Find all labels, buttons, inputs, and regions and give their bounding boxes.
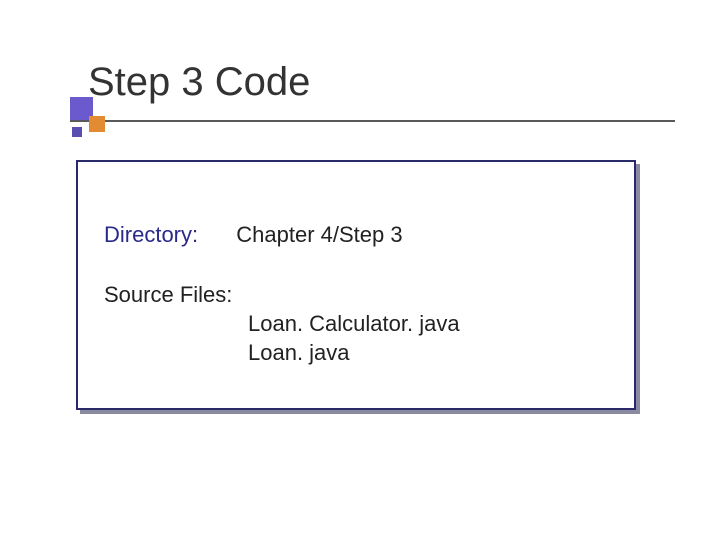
content-box: Directory: Chapter 4/Step 3 Source Files… [76,160,636,410]
directory-row: Directory: Chapter 4/Step 3 [104,222,403,248]
source-files-label: Source Files: [104,282,232,308]
slide: Step 3 Code Directory: Chapter 4/Step 3 … [0,0,720,540]
title-block: Step 3 Code [88,60,310,104]
directory-value: Chapter 4/Step 3 [236,222,402,247]
slide-title: Step 3 Code [88,60,310,104]
title-rule [70,120,675,122]
decor-square-orange [89,116,105,132]
source-file-2: Loan. java [248,339,460,368]
decor-square-purple-small [72,127,82,137]
source-file-1: Loan. Calculator. java [248,310,460,339]
directory-label: Directory: [104,222,198,247]
source-files-list: Loan. Calculator. java Loan. java [248,310,460,367]
